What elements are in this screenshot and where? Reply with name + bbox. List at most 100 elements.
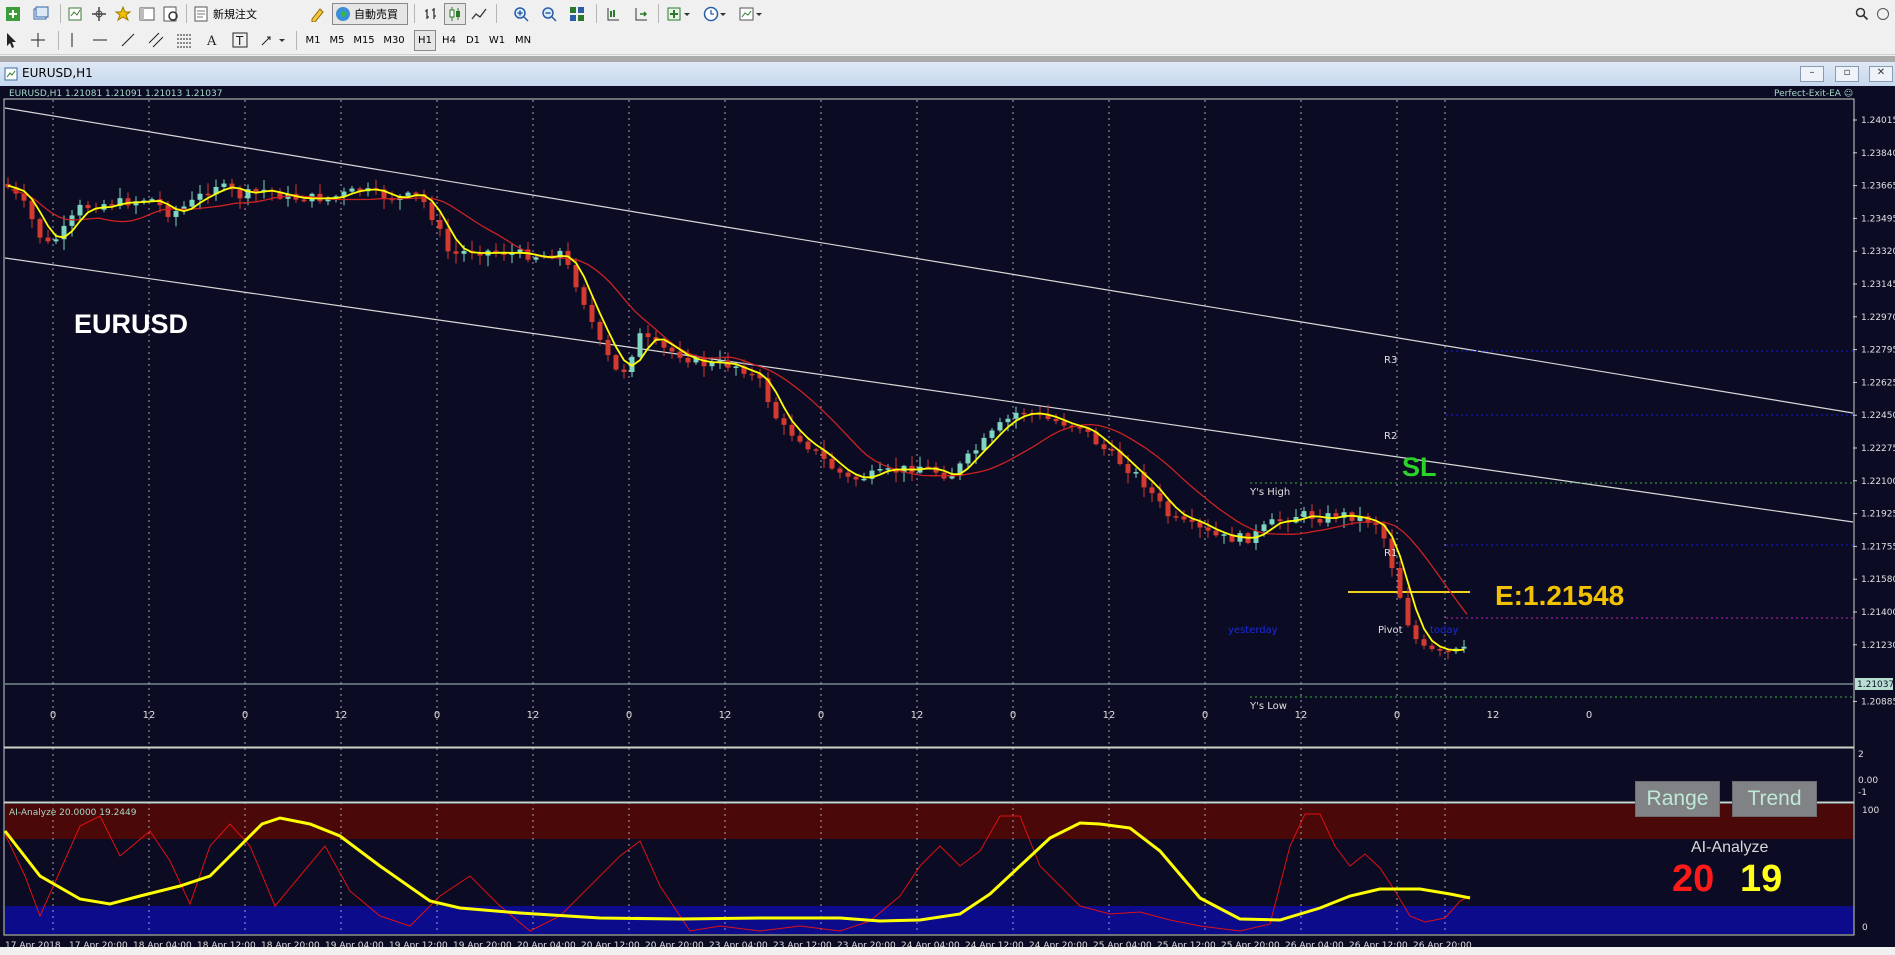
- trendline-icon[interactable]: [118, 29, 138, 51]
- minimize-button[interactable]: –: [1800, 66, 1824, 82]
- candle-body: [253, 189, 259, 192]
- horizontal-line-icon[interactable]: [90, 29, 110, 51]
- hour-tick-label: 0: [1394, 710, 1400, 721]
- line-chart-icon[interactable]: [468, 3, 490, 25]
- timeframe-m30[interactable]: M30: [380, 30, 408, 51]
- bar-chart-icon[interactable]: [420, 3, 442, 25]
- candle-body: [973, 450, 979, 454]
- candle-body: [37, 219, 43, 238]
- pivot-label: Pivot: [1378, 625, 1403, 636]
- hour-tick-label: 0: [626, 710, 632, 721]
- candle-body: [877, 469, 883, 471]
- candle-body: [1149, 487, 1155, 494]
- range-button-label: Range: [1646, 787, 1709, 810]
- new-order-button[interactable]: 新規注文: [190, 3, 302, 25]
- text-tool-icon[interactable]: A: [202, 29, 222, 51]
- ys-high-label: Y's High: [1249, 487, 1290, 498]
- today-label: today: [1430, 625, 1459, 636]
- search-icon[interactable]: [1852, 3, 1872, 25]
- terminal-icon[interactable]: [136, 3, 158, 25]
- price-tick-label: 1.21230: [1861, 641, 1895, 651]
- new-chart-icon[interactable]: [2, 3, 24, 25]
- svg-text:T: T: [235, 34, 244, 48]
- candle-body: [573, 264, 579, 288]
- new-order-label: 新規注文: [213, 8, 257, 21]
- candle-body: [885, 468, 891, 470]
- symbol-label: EURUSD: [74, 309, 188, 339]
- candle-body: [1317, 518, 1323, 523]
- maximize-button[interactable]: ▫: [1835, 66, 1859, 82]
- timeframe-h4[interactable]: H4: [438, 30, 460, 51]
- timeframe-m15[interactable]: M15: [350, 30, 378, 51]
- timeframe-mn[interactable]: MN: [510, 30, 536, 51]
- candle-body: [1221, 534, 1227, 536]
- candlestick-icon[interactable]: [444, 3, 466, 25]
- main-toolbar: 新規注文 自動売買: [0, 0, 1895, 29]
- candle-body: [797, 435, 803, 442]
- range-button[interactable]: Range: [1635, 781, 1720, 817]
- candle-body: [1125, 464, 1131, 474]
- crosshair-icon[interactable]: [28, 29, 48, 51]
- equidistant-channel-icon[interactable]: [146, 29, 166, 51]
- strategy-tester-icon[interactable]: [160, 3, 182, 25]
- vertical-line-icon[interactable]: [62, 29, 82, 51]
- candle-body: [781, 418, 787, 425]
- hour-tick-label: 12: [143, 710, 156, 721]
- periods-menu-icon[interactable]: [700, 3, 730, 25]
- meta-editor-icon[interactable]: [306, 3, 328, 25]
- timeframe-h1[interactable]: H1: [414, 30, 436, 51]
- profiles-icon[interactable]: [30, 3, 52, 25]
- chart-window-titlebar: EURUSD,H1 – ▫ ✕: [0, 62, 1895, 87]
- fibonacci-icon[interactable]: [174, 29, 194, 51]
- candle-body: [685, 357, 691, 363]
- tile-windows-icon[interactable]: [566, 3, 588, 25]
- price-tick-label: 1.20885: [1861, 697, 1895, 707]
- timeframe-w1[interactable]: W1: [486, 30, 508, 51]
- candle-body: [1181, 516, 1187, 520]
- candle-body: [605, 339, 611, 356]
- auto-scroll-icon[interactable]: [630, 3, 652, 25]
- auto-trading-button[interactable]: 自動売買: [332, 3, 408, 25]
- candle-body: [445, 228, 451, 252]
- hour-tick-label: 12: [335, 710, 348, 721]
- hour-tick-label: 12: [1487, 710, 1500, 721]
- zoom-in-icon[interactable]: [510, 3, 532, 25]
- indicator-header: AI-Analyze 20.0000 19.2449: [9, 808, 137, 818]
- favorites-icon[interactable]: [112, 3, 134, 25]
- community-icon[interactable]: [1874, 3, 1892, 25]
- zoom-out-icon[interactable]: [538, 3, 560, 25]
- range-scale-mid: 0.00: [1858, 776, 1878, 786]
- arrows-menu-icon[interactable]: [258, 29, 288, 51]
- price-tick-label: 1.23495: [1861, 214, 1895, 224]
- candlesticks: [5, 177, 1467, 660]
- close-button[interactable]: ✕: [1869, 66, 1893, 82]
- timeframe-d1[interactable]: D1: [462, 30, 484, 51]
- market-watch-icon[interactable]: [64, 3, 86, 25]
- candle-body: [45, 237, 51, 242]
- current-price-tag: 1.21037: [1857, 680, 1894, 690]
- candle-body: [773, 402, 779, 419]
- indicators-menu-icon[interactable]: [664, 3, 694, 25]
- chart-area[interactable]: 1.24015 1.23840 1.23665 1.23495 1.23320 1.231…: [0, 86, 1895, 955]
- cursor-icon[interactable]: [2, 29, 22, 51]
- crosshair-nav-icon[interactable]: [88, 3, 110, 25]
- range-scale-low: -1: [1858, 788, 1867, 798]
- candle-body: [1213, 530, 1219, 536]
- candle-body: [813, 449, 819, 451]
- candle-body: [845, 472, 851, 477]
- timeframe-m1[interactable]: M1: [302, 30, 324, 51]
- candle-body: [1061, 421, 1067, 426]
- indicator-title: AI-Analyze: [1691, 839, 1768, 856]
- templates-menu-icon[interactable]: [736, 3, 766, 25]
- hour-tick-label: 0: [818, 710, 824, 721]
- candle-body: [1013, 412, 1019, 419]
- timeframe-m5[interactable]: M5: [326, 30, 348, 51]
- trend-button[interactable]: Trend: [1732, 781, 1817, 817]
- candle-body: [837, 468, 843, 473]
- chart-shift-icon[interactable]: [602, 3, 624, 25]
- candle-body: [789, 424, 795, 436]
- text-label-icon[interactable]: T: [230, 29, 250, 51]
- chart-window-title: EURUSD,H1: [22, 66, 93, 80]
- candle-body: [77, 204, 83, 216]
- candle-body: [221, 183, 227, 187]
